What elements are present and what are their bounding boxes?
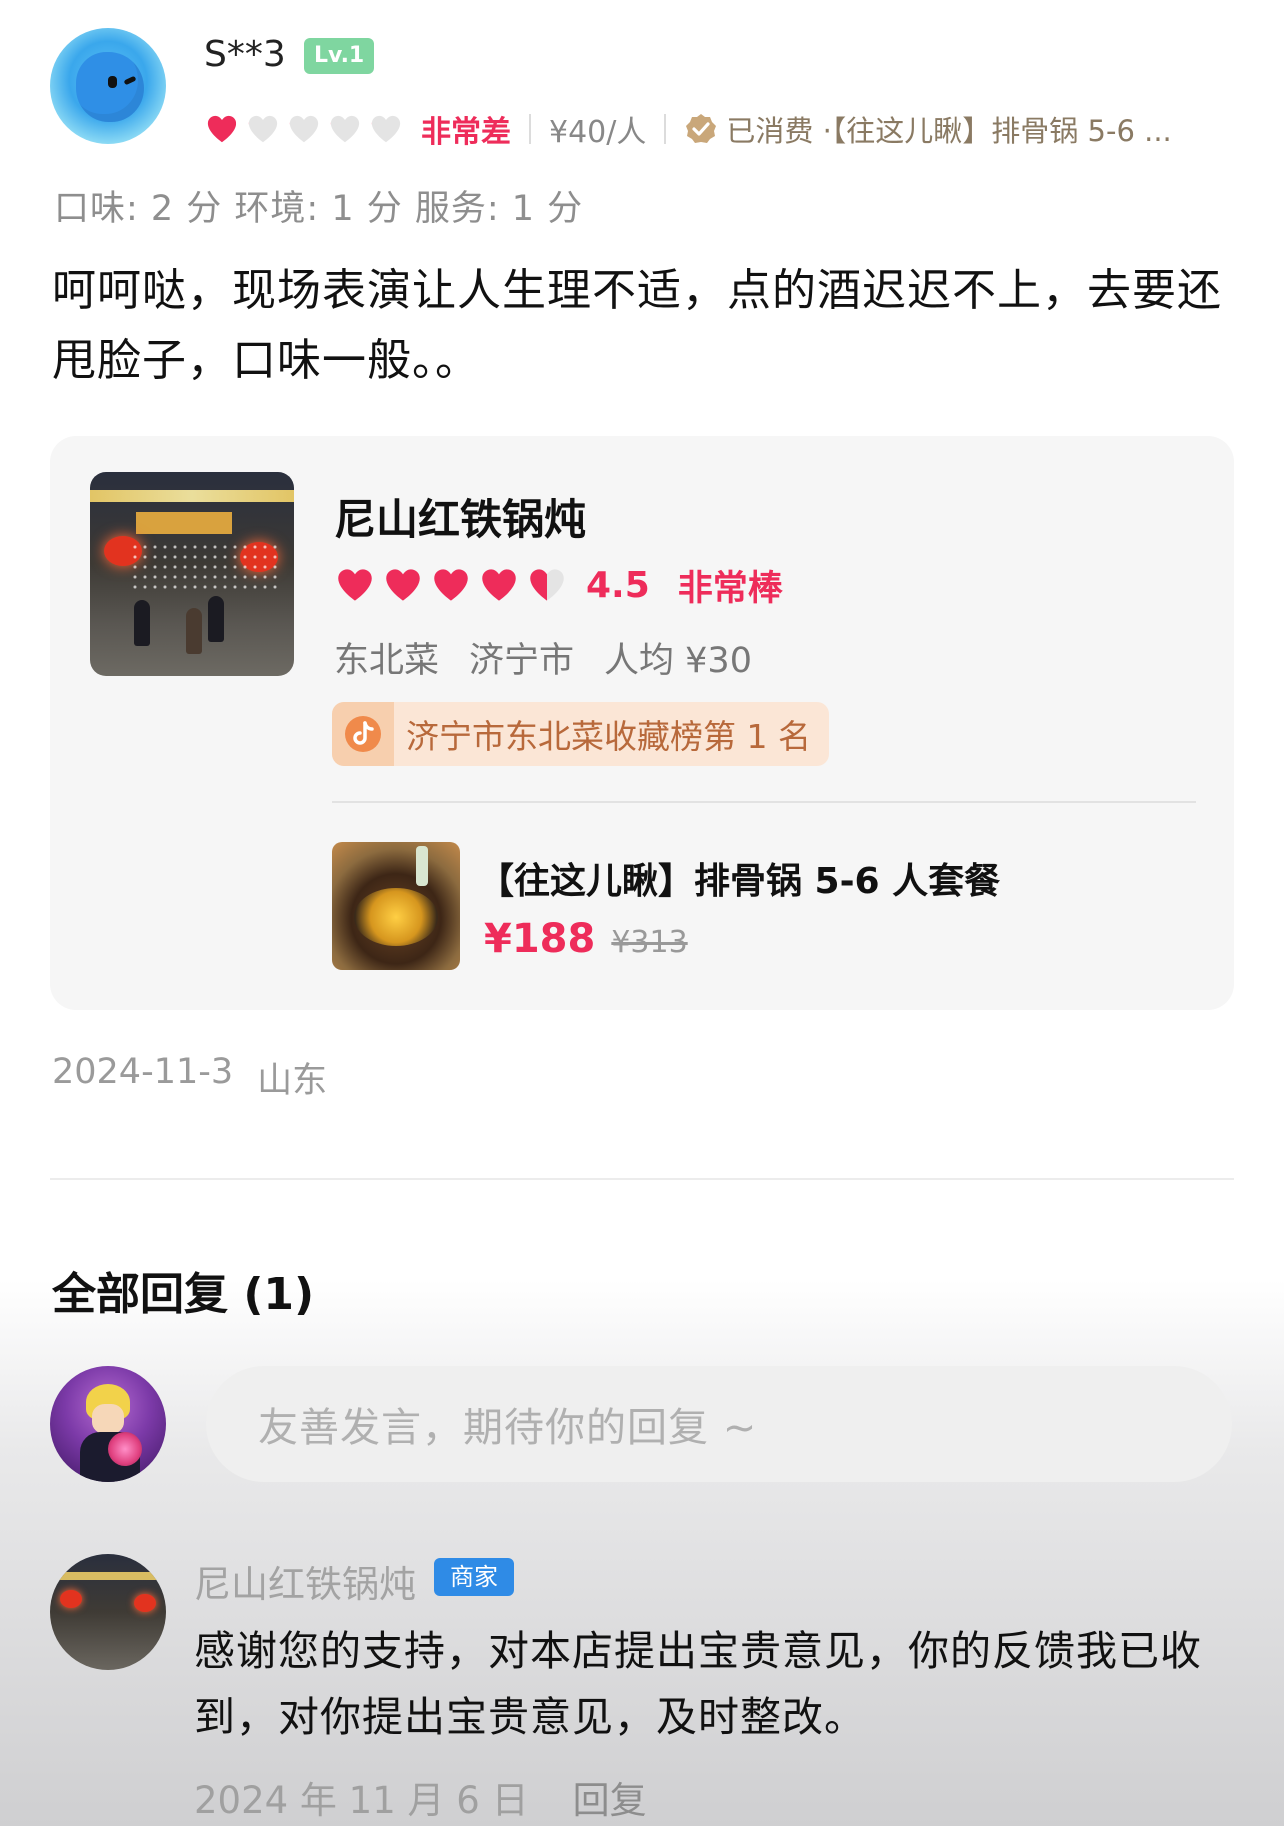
price-per-person: ¥40/人 xyxy=(549,115,647,150)
merchant-name[interactable]: 尼山红铁锅炖 xyxy=(194,1554,416,1608)
deal-original-price: ¥313 xyxy=(611,925,688,960)
shop-rating-hearts xyxy=(334,566,574,604)
heart-icon xyxy=(386,569,420,601)
user-rating-hearts xyxy=(204,113,409,145)
review-meta: 2024-11-3 山东 xyxy=(52,1052,327,1103)
heart-icon xyxy=(289,115,319,143)
merchant-avatar[interactable] xyxy=(50,1554,166,1670)
verified-check-icon xyxy=(686,114,717,143)
review-body: 呵呵哒，现场表演让人生理不适，点的酒迟迟不上，去要还甩脸子，口味一般。。 xyxy=(52,265,1222,386)
rank-text: 济宁市东北菜收藏榜第 1 名 xyxy=(406,717,811,756)
shop-avg-price: 人均 ¥30 xyxy=(604,641,752,681)
review-location: 山东 xyxy=(257,1061,328,1101)
sub-scores: 口味: 2 分 环境: 1 分 服务: 1 分 xyxy=(54,189,584,229)
reply-input[interactable]: 友善发言，期待你的回复 ~ xyxy=(206,1366,1232,1482)
shop-tags: 东北菜 济宁市 人均 ¥30 xyxy=(334,632,752,683)
rating-verdict: 非常差 xyxy=(421,115,511,150)
deal-price: ¥188 xyxy=(484,916,596,962)
heart-icon xyxy=(434,569,468,601)
heart-icon xyxy=(371,115,401,143)
replies-title: 全部回复 (1) xyxy=(52,1269,315,1320)
heart-icon xyxy=(207,115,237,143)
divider xyxy=(664,114,667,144)
shop-cuisine: 东北菜 xyxy=(334,641,440,681)
rank-chip[interactable]: 济宁市东北菜收藏榜第 1 名 xyxy=(332,702,829,766)
reply-meta: 2024 年 11 月 6 日 回复 xyxy=(194,1770,647,1824)
heart-icon xyxy=(482,569,516,601)
reply-input-placeholder: 友善发言，期待你的回复 ~ xyxy=(258,1405,758,1451)
section-divider xyxy=(50,1178,1234,1180)
heart-icon xyxy=(530,569,564,601)
shop-verdict: 非常棒 xyxy=(677,568,783,609)
consumed-deal-link[interactable]: 已消费 ·【往这儿瞅】排骨锅 5-6 ... xyxy=(684,108,1172,150)
shop-photo[interactable] xyxy=(90,472,294,676)
douyin-rank-icon xyxy=(332,702,394,766)
deal-name[interactable]: 【往这儿瞅】排骨锅 5-6 人套餐 xyxy=(478,852,1000,904)
shop-city: 济宁市 xyxy=(469,641,575,681)
consumed-label: 已消费 ·【往这儿瞅】排骨锅 5-6 ... xyxy=(726,114,1172,148)
deal-photo[interactable] xyxy=(332,842,460,970)
heart-icon xyxy=(330,115,360,143)
merchant-reply-text: 感谢您的支持，对本店提出宝贵意见，你的反馈我已收到，对你提出宝贵意见，及时整改。 xyxy=(194,1627,1202,1741)
user-avatar[interactable] xyxy=(50,28,166,144)
shop-name[interactable]: 尼山红铁锅炖 xyxy=(334,486,586,547)
shop-rating-row: 4.5 非常棒 xyxy=(334,562,783,609)
review-date: 2024-11-3 xyxy=(52,1052,234,1092)
shop-score: 4.5 xyxy=(586,564,650,606)
review-rating-row: 非常差 ¥40/人 已消费 ·【往这儿瞅】排骨锅 5-6 ... xyxy=(204,108,1172,150)
heart-icon xyxy=(338,569,372,601)
current-user-avatar xyxy=(50,1366,166,1482)
merchant-badge: 商家 xyxy=(434,1558,514,1596)
deal-price-row: ¥188 ¥313 xyxy=(484,916,688,962)
level-badge: Lv.1 xyxy=(304,38,375,74)
heart-icon xyxy=(248,115,278,143)
divider xyxy=(529,114,531,144)
reply-date: 2024 年 11 月 6 日 xyxy=(194,1779,529,1822)
reply-button[interactable]: 回复 xyxy=(573,1770,647,1824)
username[interactable]: S**3 xyxy=(204,34,286,75)
card-divider xyxy=(332,801,1196,803)
